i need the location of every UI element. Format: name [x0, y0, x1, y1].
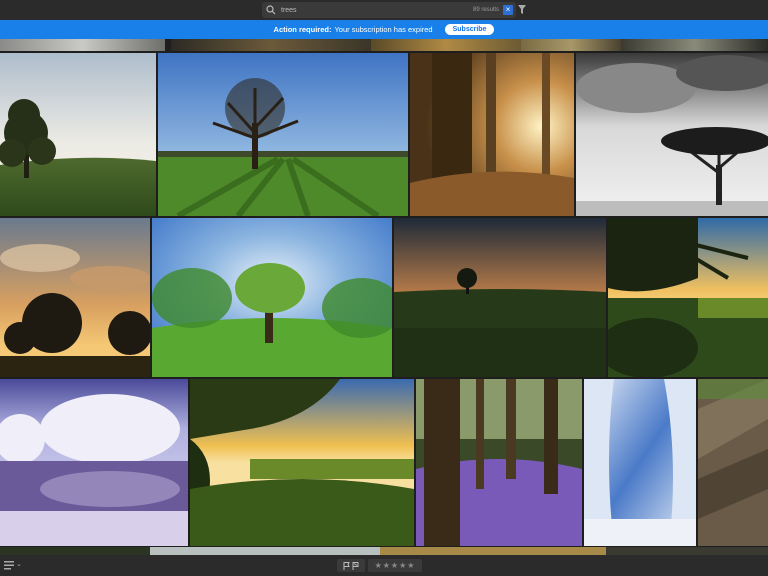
photo-tree-silhouette-sky[interactable]	[0, 218, 150, 377]
view-options-icon[interactable]	[4, 561, 14, 570]
photo-forest-sunbeams[interactable]	[410, 53, 574, 216]
search-box[interactable]: trees 89 results ×	[262, 2, 516, 18]
bottom-bar: ⌄ ★★★★★	[0, 555, 768, 576]
banner-title: Action required:	[273, 25, 332, 34]
photo-infrared-trees-lake[interactable]	[0, 379, 188, 546]
result-count: 89 results	[472, 7, 499, 13]
partial-thumbnail-row-bottom	[0, 547, 768, 555]
reject-flag-icon[interactable]	[352, 561, 359, 570]
photo-tree-branches-sunset[interactable]	[608, 218, 768, 377]
photo-lone-tree-dusk[interactable]	[394, 218, 606, 377]
photo-oak-tree-field[interactable]	[158, 53, 408, 216]
top-bar: trees 89 results ×	[0, 0, 768, 20]
star-rating[interactable]: ★★★★★	[368, 559, 422, 572]
subscription-banner: Action required: Your subscription has e…	[0, 20, 768, 39]
filter-icon[interactable]	[518, 5, 526, 14]
photo-frosty-trees[interactable]	[584, 379, 696, 546]
search-input[interactable]: trees	[281, 7, 473, 14]
banner-message: Your subscription has expired	[334, 25, 433, 34]
flag-controls[interactable]	[337, 559, 365, 572]
photo-tree-sunset-hill[interactable]	[0, 53, 156, 216]
photo-hedge-field-sunset[interactable]	[190, 379, 414, 546]
photo-blur-bark[interactable]	[698, 379, 768, 546]
photo-zoom-blur-tree[interactable]	[152, 218, 392, 377]
chevron-down-icon[interactable]: ⌄	[16, 560, 22, 568]
photo-bluebell-forest[interactable]	[416, 379, 582, 546]
photo-bw-acacia-tree[interactable]	[576, 53, 768, 216]
partial-thumbnail-row	[0, 39, 768, 51]
flag-icon[interactable]	[343, 561, 350, 570]
clear-search-button[interactable]: ×	[503, 5, 513, 15]
search-icon	[266, 5, 276, 15]
subscribe-button[interactable]: Subscribe	[444, 24, 495, 35]
